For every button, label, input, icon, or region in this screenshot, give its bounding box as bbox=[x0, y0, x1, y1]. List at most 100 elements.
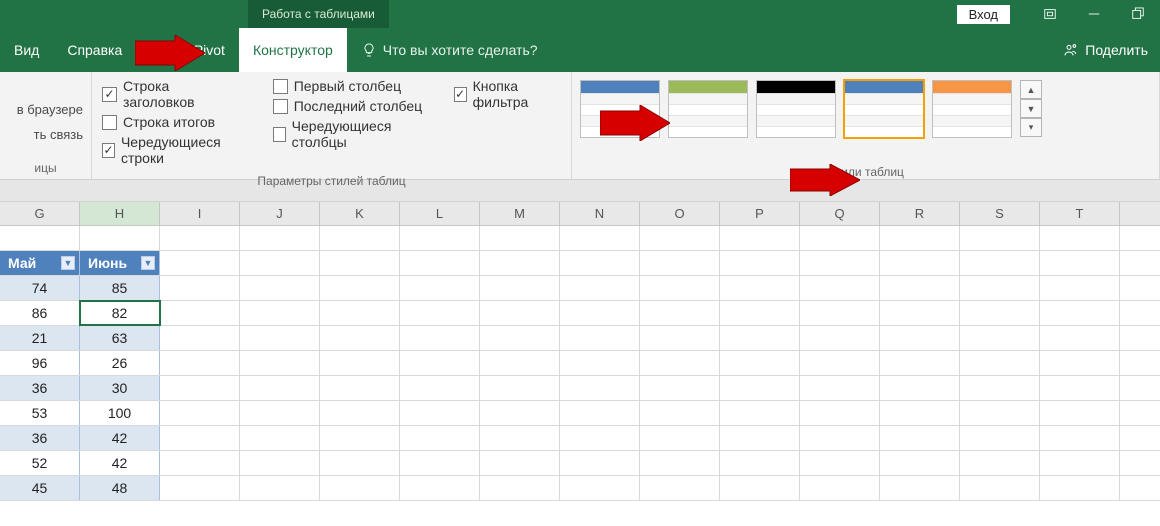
cell[interactable] bbox=[560, 426, 640, 450]
table-data-cell[interactable]: 45 bbox=[0, 476, 80, 500]
cell[interactable] bbox=[240, 426, 320, 450]
cell[interactable] bbox=[1040, 376, 1120, 400]
cell[interactable] bbox=[320, 301, 400, 325]
cell[interactable] bbox=[640, 451, 720, 475]
col-header-N[interactable]: N bbox=[560, 202, 640, 225]
cell[interactable] bbox=[880, 376, 960, 400]
cell[interactable] bbox=[720, 351, 800, 375]
cell[interactable] bbox=[1040, 476, 1120, 500]
cell[interactable] bbox=[800, 376, 880, 400]
table-data-cell[interactable]: 96 bbox=[0, 351, 80, 375]
cell[interactable] bbox=[160, 326, 240, 350]
cell[interactable] bbox=[0, 226, 80, 250]
col-header-O[interactable]: O bbox=[640, 202, 720, 225]
share-button[interactable]: Поделить bbox=[1051, 28, 1160, 72]
cell[interactable] bbox=[960, 476, 1040, 500]
cell[interactable] bbox=[560, 226, 640, 250]
table-header-cell[interactable]: Июнь▼ bbox=[80, 251, 160, 275]
gallery-scroll-up[interactable]: ▲ bbox=[1020, 80, 1042, 99]
cell[interactable] bbox=[160, 301, 240, 325]
table-data-cell[interactable]: 86 bbox=[0, 301, 80, 325]
chk-header-row[interactable]: Строка заголовков bbox=[102, 78, 245, 110]
cell[interactable] bbox=[880, 276, 960, 300]
col-header-P[interactable]: P bbox=[720, 202, 800, 225]
cell[interactable] bbox=[800, 301, 880, 325]
cell[interactable] bbox=[640, 401, 720, 425]
cell[interactable] bbox=[320, 351, 400, 375]
cell[interactable] bbox=[400, 476, 480, 500]
cell[interactable] bbox=[960, 401, 1040, 425]
col-header-T[interactable]: T bbox=[1040, 202, 1120, 225]
cell[interactable] bbox=[400, 276, 480, 300]
cell[interactable] bbox=[320, 376, 400, 400]
chk-filter-btn[interactable]: Кнопка фильтра bbox=[454, 78, 561, 110]
cell[interactable] bbox=[960, 301, 1040, 325]
cell[interactable] bbox=[560, 276, 640, 300]
cell[interactable] bbox=[560, 451, 640, 475]
cell[interactable] bbox=[480, 401, 560, 425]
cell[interactable] bbox=[720, 251, 800, 275]
tab-design[interactable]: Конструктор bbox=[239, 28, 347, 72]
cell[interactable] bbox=[480, 251, 560, 275]
cell[interactable] bbox=[480, 276, 560, 300]
cell[interactable] bbox=[80, 226, 160, 250]
restore-icon[interactable] bbox=[1116, 0, 1160, 28]
table-style-thumb[interactable] bbox=[668, 80, 748, 138]
cell[interactable] bbox=[400, 251, 480, 275]
cell[interactable] bbox=[800, 351, 880, 375]
chk-total-row[interactable]: Строка итогов bbox=[102, 114, 245, 130]
cell[interactable] bbox=[400, 351, 480, 375]
cell[interactable] bbox=[720, 301, 800, 325]
table-data-cell[interactable]: 63 bbox=[80, 326, 160, 350]
cell[interactable] bbox=[480, 451, 560, 475]
cell[interactable] bbox=[160, 251, 240, 275]
table-data-cell[interactable]: 85 bbox=[80, 276, 160, 300]
cell[interactable] bbox=[320, 226, 400, 250]
cell[interactable] bbox=[320, 276, 400, 300]
table-data-cell[interactable]: 82 bbox=[80, 301, 160, 325]
cell[interactable] bbox=[720, 401, 800, 425]
chk-banded-rows[interactable]: Чередующиеся строки bbox=[102, 134, 245, 166]
cell[interactable] bbox=[160, 401, 240, 425]
cell[interactable] bbox=[480, 376, 560, 400]
cell[interactable] bbox=[1040, 401, 1120, 425]
cell[interactable] bbox=[720, 426, 800, 450]
col-header-Q[interactable]: Q bbox=[800, 202, 880, 225]
table-data-cell[interactable]: 30 bbox=[80, 376, 160, 400]
cell[interactable] bbox=[800, 251, 880, 275]
table-data-cell[interactable]: 100 bbox=[80, 401, 160, 425]
minimize-icon[interactable] bbox=[1072, 0, 1116, 28]
cell[interactable] bbox=[720, 451, 800, 475]
col-header-G[interactable]: G bbox=[0, 202, 80, 225]
col-header-H[interactable]: H bbox=[80, 202, 160, 225]
cell[interactable] bbox=[320, 451, 400, 475]
tab-help[interactable]: Справка bbox=[53, 28, 136, 72]
cell[interactable] bbox=[720, 276, 800, 300]
cell[interactable] bbox=[720, 326, 800, 350]
table-data-cell[interactable]: 21 bbox=[0, 326, 80, 350]
chk-banded-cols[interactable]: Чередующиеся столбцы bbox=[273, 118, 426, 150]
cell[interactable] bbox=[160, 376, 240, 400]
cell[interactable] bbox=[160, 476, 240, 500]
cell[interactable] bbox=[560, 476, 640, 500]
cell[interactable] bbox=[480, 301, 560, 325]
cell[interactable] bbox=[800, 226, 880, 250]
cell[interactable] bbox=[160, 451, 240, 475]
cell[interactable] bbox=[720, 376, 800, 400]
cell[interactable] bbox=[240, 476, 320, 500]
cell[interactable] bbox=[240, 326, 320, 350]
cell[interactable] bbox=[400, 326, 480, 350]
cell[interactable] bbox=[800, 476, 880, 500]
cell[interactable] bbox=[880, 251, 960, 275]
cell[interactable] bbox=[800, 451, 880, 475]
cell[interactable] bbox=[960, 426, 1040, 450]
cell[interactable] bbox=[160, 426, 240, 450]
cell[interactable] bbox=[1040, 426, 1120, 450]
cell[interactable] bbox=[880, 426, 960, 450]
cell[interactable] bbox=[160, 351, 240, 375]
cell[interactable] bbox=[640, 326, 720, 350]
cell[interactable] bbox=[560, 376, 640, 400]
tell-me-search[interactable]: Что вы хотите сделать? bbox=[347, 28, 552, 72]
cell[interactable] bbox=[640, 426, 720, 450]
cell[interactable] bbox=[1040, 226, 1120, 250]
